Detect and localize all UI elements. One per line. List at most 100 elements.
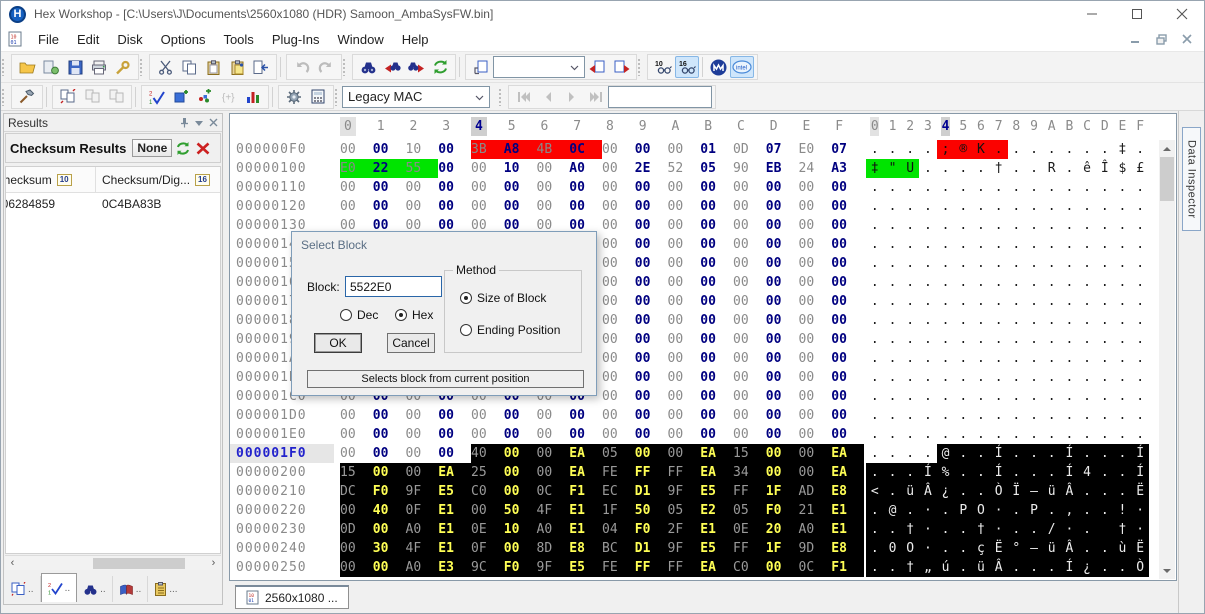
select-from-current-position-button[interactable]: Selects block from current position <box>307 370 584 388</box>
ascii-char[interactable]: . <box>1096 501 1114 520</box>
hex-byte[interactable]: 00 <box>831 330 864 349</box>
ascii-char[interactable]: . <box>1078 520 1096 539</box>
hex-byte[interactable]: 00 <box>504 444 537 463</box>
ending-position-circle[interactable] <box>460 324 472 336</box>
ascii-char[interactable]: " <box>884 159 902 178</box>
ascii-char[interactable]: . <box>1131 425 1149 444</box>
ascii-char[interactable]: Ë <box>990 539 1008 558</box>
ascii-char[interactable]: . <box>866 520 884 539</box>
ascii-char[interactable]: . <box>1078 368 1096 387</box>
find-tab[interactable]: .. <box>77 576 113 602</box>
ascii-char[interactable]: . <box>884 178 902 197</box>
ascii-char[interactable]: . <box>1078 482 1096 501</box>
ascii-char[interactable]: . <box>1008 463 1026 482</box>
ascii-char[interactable]: . <box>972 159 990 178</box>
ascii-char[interactable]: . <box>1043 140 1061 159</box>
hex-byte[interactable]: 00 <box>733 330 766 349</box>
copy-button[interactable] <box>177 56 201 78</box>
cut-button[interactable] <box>153 56 177 78</box>
ascii-char[interactable]: . <box>1131 140 1149 159</box>
toolbar-grip[interactable] <box>139 58 144 76</box>
ascii-char[interactable]: . <box>1043 444 1061 463</box>
hex-byte[interactable]: 00 <box>602 292 635 311</box>
ascii-char[interactable]: . <box>919 425 937 444</box>
ascii-char[interactable]: · <box>919 501 937 520</box>
hex-byte[interactable]: 00 <box>700 406 733 425</box>
ascii-char[interactable]: Í <box>1131 463 1149 482</box>
hex-byte[interactable]: 00 <box>438 444 471 463</box>
hex-byte[interactable]: 00 <box>799 425 832 444</box>
ascii-char[interactable]: . <box>1008 235 1026 254</box>
hex-byte[interactable]: 9F <box>406 482 439 501</box>
hex-byte[interactable]: EB <box>766 159 799 178</box>
hex-byte[interactable]: 0E <box>733 520 766 539</box>
toolbar-grip[interactable] <box>1 88 6 106</box>
radix-16-button[interactable]: 16 <box>675 56 699 78</box>
ascii-char[interactable]: . <box>1043 387 1061 406</box>
hex-byte[interactable]: 00 <box>602 235 635 254</box>
ascii-char[interactable]: — <box>1025 482 1043 501</box>
ascii-char[interactable]: . <box>1043 425 1061 444</box>
hex-byte[interactable]: 00 <box>700 235 733 254</box>
hex-byte[interactable]: 00 <box>635 444 668 463</box>
ascii-char[interactable]: . <box>884 216 902 235</box>
hex-byte[interactable]: E1 <box>569 501 602 520</box>
ascii-char[interactable]: . <box>990 425 1008 444</box>
add-bookmark-button[interactable] <box>193 86 217 108</box>
hex-byte[interactable]: 00 <box>766 178 799 197</box>
hex-byte[interactable]: 00 <box>537 444 570 463</box>
scroll-left-icon[interactable]: ‹ <box>5 557 20 569</box>
ascii-char[interactable]: . <box>1114 292 1132 311</box>
hex-byte[interactable]: 25 <box>471 463 504 482</box>
print-button[interactable] <box>87 56 111 78</box>
hex-byte[interactable]: 00 <box>831 387 864 406</box>
ascii-char[interactable]: . <box>1078 425 1096 444</box>
hex-byte[interactable]: 00 <box>340 178 373 197</box>
hex-byte[interactable]: 00 <box>340 558 373 577</box>
ascii-char[interactable]: . <box>884 311 902 330</box>
hex-byte[interactable]: 50 <box>504 501 537 520</box>
ascii-char[interactable]: ü <box>901 482 919 501</box>
ascii-char[interactable]: . <box>901 406 919 425</box>
hex-byte[interactable]: 00 <box>733 197 766 216</box>
hex-byte[interactable]: 00 <box>799 311 832 330</box>
hex-byte[interactable]: 1F <box>766 482 799 501</box>
hex-byte[interactable]: 00 <box>799 406 832 425</box>
hex-byte[interactable]: D1 <box>635 482 668 501</box>
hex-byte[interactable]: 00 <box>799 349 832 368</box>
ascii-char[interactable]: . <box>937 330 955 349</box>
hex-vertical-scrollbar[interactable] <box>1159 140 1175 579</box>
ascii-char[interactable]: . <box>1061 235 1079 254</box>
hex-byte[interactable]: E1 <box>569 520 602 539</box>
ascii-char[interactable]: . <box>990 273 1008 292</box>
ascii-char[interactable]: . <box>1043 349 1061 368</box>
ascii-char[interactable]: . <box>919 368 937 387</box>
refresh-icon[interactable] <box>175 141 191 156</box>
hex-byte[interactable]: 0C <box>799 558 832 577</box>
ascii-char[interactable]: . <box>972 406 990 425</box>
ascii-char[interactable]: . <box>1078 273 1096 292</box>
ascii-char[interactable]: . <box>1114 330 1132 349</box>
ascii-char[interactable]: . <box>937 216 955 235</box>
mdi-close-icon[interactable] <box>1176 31 1198 47</box>
ascii-char[interactable]: . <box>901 197 919 216</box>
hex-byte[interactable]: 00 <box>602 368 635 387</box>
ascii-char[interactable]: . <box>990 216 1008 235</box>
ascii-char[interactable]: . <box>919 444 937 463</box>
ascii-char[interactable]: < <box>866 482 884 501</box>
ascii-char[interactable]: . <box>937 349 955 368</box>
ascii-char[interactable]: . <box>1043 406 1061 425</box>
delete-results-icon[interactable] <box>196 142 210 155</box>
hex-byte[interactable]: FF <box>635 558 668 577</box>
ascii-char[interactable]: ê <box>1078 159 1096 178</box>
hex-byte[interactable]: 05 <box>700 159 733 178</box>
ascii-char[interactable]: ‡ <box>866 159 884 178</box>
ascii-char[interactable]: . <box>901 311 919 330</box>
compare-next-button[interactable] <box>104 86 128 108</box>
replace-button[interactable] <box>428 56 452 78</box>
tools-hammer-button[interactable] <box>15 86 39 108</box>
ascii-char[interactable]: . <box>972 178 990 197</box>
hex-byte[interactable]: 00 <box>406 406 439 425</box>
hex-byte[interactable]: 00 <box>733 292 766 311</box>
ascii-char[interactable]: ú <box>937 558 955 577</box>
